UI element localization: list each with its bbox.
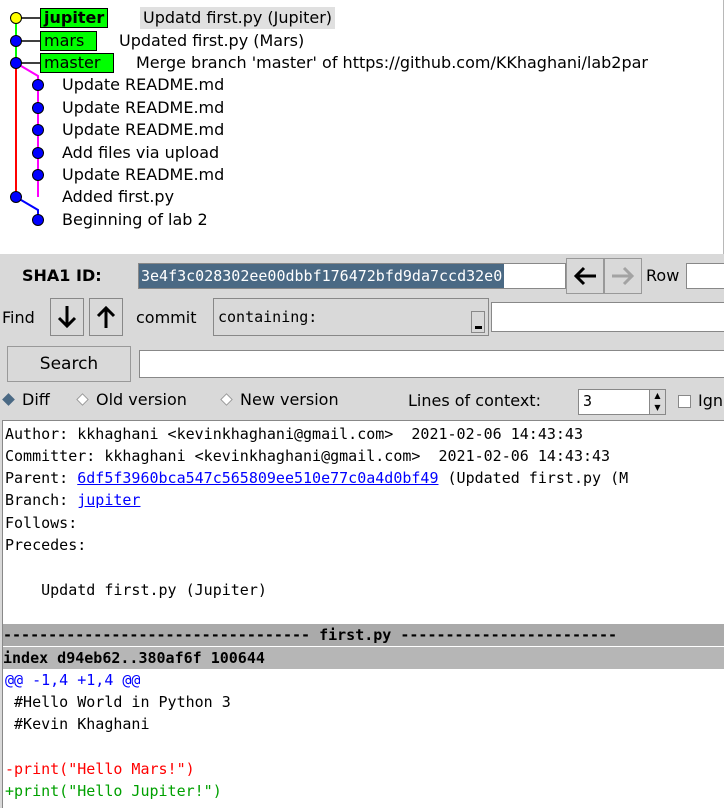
parent-label: Parent: xyxy=(5,469,78,487)
sha1-label: SHA1 ID: xyxy=(22,266,102,285)
file-header[interactable]: ---------------------------------- first… xyxy=(3,624,724,646)
new-version-radio[interactable]: New version xyxy=(220,390,339,409)
commit-message-body: Updatd first.py (Jupiter) xyxy=(5,581,267,599)
commit-message[interactable]: Merge branch 'master' of https://github.… xyxy=(136,52,648,74)
radio-unselected-icon xyxy=(220,393,233,406)
graph-commit-node xyxy=(32,147,44,159)
diff-radio[interactable]: Diff xyxy=(2,390,50,409)
diff-radio-label: Diff xyxy=(22,390,50,409)
radio-selected-icon xyxy=(2,393,15,406)
old-version-label: Old version xyxy=(96,390,187,409)
commit-message[interactable]: Update README.md xyxy=(62,119,224,141)
commit-message[interactable]: Added first.py xyxy=(62,186,174,208)
find-label: Find xyxy=(2,308,35,327)
ignore-whitespace-checkbox[interactable] xyxy=(678,395,691,408)
commit-message[interactable]: Update README.md xyxy=(62,74,224,96)
commit-details-pane[interactable]: Author: kkhaghani <kevinkhaghani@gmail.c… xyxy=(2,420,724,808)
parent-line: Parent: 6df5f3960bca547c565809ee510e77c0… xyxy=(5,467,628,489)
hunk-header: @@ -1,4 +1,4 @@ xyxy=(5,671,141,689)
commit-message[interactable]: Update README.md xyxy=(62,97,224,119)
diff-context-line: #Kevin Khaghani xyxy=(5,715,150,733)
index-line: index d94eb62..380af6f 100644 xyxy=(3,647,724,669)
graph-head-node xyxy=(10,12,22,24)
sha1-field[interactable]: 3e4f3c028302ee00dbbf176472bfd9da7ccd32e0 xyxy=(138,263,566,289)
graph-commit-node xyxy=(32,214,44,226)
find-mode-select[interactable]: containing: xyxy=(213,298,489,336)
branch-tag-jupiter[interactable]: jupiter xyxy=(40,8,109,28)
context-lines-value: 3 xyxy=(583,392,593,410)
graph-commit-node xyxy=(10,191,22,203)
row-field[interactable] xyxy=(686,263,724,289)
find-type-label: commit xyxy=(136,308,197,327)
find-mode-value: containing: xyxy=(218,308,318,326)
sha1-bar: SHA1 ID: 3e4f3c028302ee00dbbf176472bfd9d… xyxy=(0,256,724,298)
find-previous-button[interactable] xyxy=(89,298,123,336)
spin-arrows-icon[interactable]: ▲ ▼ xyxy=(649,390,665,414)
ignore-whitespace-label: Ign xyxy=(698,391,724,410)
commit-history-pane[interactable]: jupiter Updatd first.py (Jupiter) mars U… xyxy=(0,0,724,254)
branch-line: Branch: jupiter xyxy=(5,489,140,511)
find-bar: Find commit containing: xyxy=(0,298,724,340)
commit-message[interactable]: Beginning of lab 2 xyxy=(62,209,208,231)
parent-sha-link[interactable]: 6df5f3960bca547c565809ee510e77c0a4d0bf49 xyxy=(77,469,438,487)
diff-context-line: #Hello World in Python 3 xyxy=(5,693,231,711)
commit-message[interactable]: Updated first.py (Mars) xyxy=(119,30,304,52)
context-lines-label: Lines of context: xyxy=(408,391,541,410)
parent-description: (Updated first.py (M xyxy=(438,469,629,487)
find-input[interactable] xyxy=(491,302,724,332)
search-button[interactable]: Search xyxy=(7,346,131,382)
diff-options-bar: Diff Old version New version Lines of co… xyxy=(0,386,724,418)
find-next-button[interactable] xyxy=(50,298,84,336)
row-label: Row xyxy=(646,266,680,285)
old-version-radio[interactable]: Old version xyxy=(76,390,187,409)
arrow-left-icon xyxy=(573,266,596,286)
committer-line: Committer: kkhaghani <kevinkhaghani@gmai… xyxy=(5,447,611,465)
branch-link[interactable]: jupiter xyxy=(77,491,140,509)
precedes-line: Precedes: xyxy=(5,536,87,554)
graph-commit-node xyxy=(32,79,44,91)
branch-tag-mars[interactable]: mars xyxy=(40,31,97,51)
forward-button[interactable] xyxy=(604,258,642,294)
branch-label: Branch: xyxy=(5,491,78,509)
graph-commit-node xyxy=(32,169,44,181)
arrow-up-icon xyxy=(96,305,116,328)
new-version-label: New version xyxy=(240,390,339,409)
commit-message[interactable]: Updatd first.py (Jupiter) xyxy=(140,7,336,29)
arrow-right-icon xyxy=(612,266,635,286)
graph-commit-node xyxy=(10,57,22,69)
back-button[interactable] xyxy=(566,258,604,294)
graph-commit-node xyxy=(32,102,44,114)
follows-line: Follows: xyxy=(5,514,78,532)
diff-removed-line: -print("Hello Mars!") xyxy=(5,760,195,778)
branch-tag-master[interactable]: master xyxy=(40,53,114,73)
arrow-down-icon xyxy=(57,306,77,329)
context-lines-spinbox[interactable]: 3 ▲ ▼ xyxy=(578,389,666,415)
commit-message[interactable]: Update README.md xyxy=(62,164,224,186)
dropdown-indicator-icon xyxy=(471,311,485,333)
commit-message[interactable]: Add files via upload xyxy=(62,142,219,164)
search-input[interactable] xyxy=(139,350,724,378)
radio-unselected-icon xyxy=(76,393,89,406)
diff-added-line: +print("Hello Jupiter!") xyxy=(5,782,222,800)
author-line: Author: kkhaghani <kevinkhaghani@gmail.c… xyxy=(5,425,583,443)
graph-commit-node xyxy=(32,124,44,136)
graph-commit-node xyxy=(10,35,22,47)
search-bar: Search xyxy=(0,340,724,386)
sha1-value[interactable]: 3e4f3c028302ee00dbbf176472bfd9da7ccd32e0 xyxy=(139,264,505,288)
